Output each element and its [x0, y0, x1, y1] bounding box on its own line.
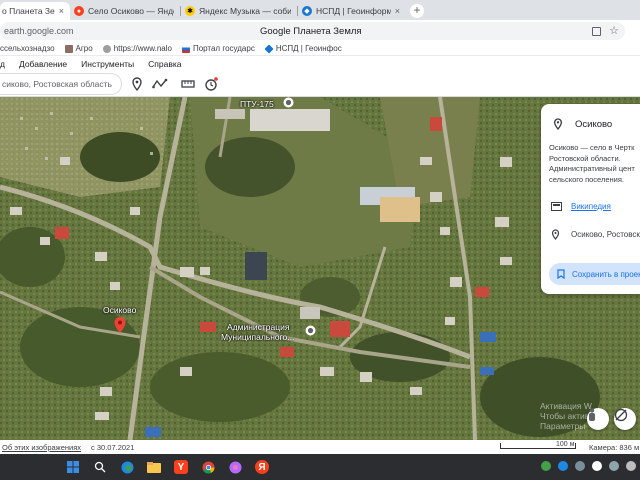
save-label: Сохранить в проек: [572, 269, 640, 279]
tab-google-earth[interactable]: о Планета Земля ×: [0, 2, 70, 20]
admin-label[interactable]: Администрация: [227, 322, 289, 332]
menu-add[interactable]: Добавление: [19, 59, 67, 69]
imagery-date: с 30.07.2021: [91, 442, 135, 452]
place-pin-icon: [553, 118, 563, 130]
location-row: Осиково, Ростовск: [551, 229, 640, 240]
whatsapp-icon[interactable]: [541, 461, 551, 471]
search-icon[interactable]: [93, 460, 107, 474]
building-label[interactable]: ПТУ-175: [240, 99, 274, 109]
location-text: Осиково, Ростовск: [571, 230, 640, 239]
volume-icon[interactable]: [609, 461, 619, 471]
wikipedia-link[interactable]: Википедия: [551, 202, 611, 211]
search-input[interactable]: сиково, Ростовская область: [0, 72, 122, 95]
earth-toolbar: сиково, Ростовская область: [0, 71, 640, 97]
pegman-button[interactable]: [587, 408, 609, 430]
place-pin-icon[interactable]: [129, 76, 145, 92]
bookmark-item[interactable]: ссельхознадзо: [0, 44, 55, 53]
system-tray: [541, 461, 636, 471]
yandex-app-icon[interactable]: Я: [255, 460, 269, 474]
description-line: Осиково — село в Чертк: [549, 143, 635, 152]
compass-button[interactable]: [614, 408, 636, 430]
card-description: Осиково — село в Чертк Ростовской област…: [549, 143, 640, 185]
yandex-browser-icon[interactable]: Y: [174, 460, 188, 474]
yandex-music-icon[interactable]: [228, 460, 242, 474]
bookmark-label: https://www.nalo: [113, 44, 172, 53]
address-bar[interactable]: earth.google.com Google Планета Земля ☆: [0, 22, 625, 40]
bookmark-star-icon[interactable]: ☆: [609, 26, 619, 37]
windows-taskbar: Y Я: [0, 454, 640, 480]
description-line: Административный цент: [549, 164, 635, 173]
tab-nspd[interactable]: ◆ НСПД | Геоинформацион ×: [298, 2, 406, 20]
close-tab-icon[interactable]: ×: [395, 6, 400, 16]
explorer-icon[interactable]: [147, 460, 161, 474]
bookmark-item[interactable]: Портал государс: [181, 44, 255, 53]
place-label[interactable]: Осиково: [103, 305, 136, 315]
tab-title: Яндекс Музыка — собирае: [199, 6, 291, 16]
url-text: earth.google.com: [4, 26, 74, 36]
bookmark-icon: [557, 269, 565, 279]
tab-title: о Планета Земля: [2, 6, 55, 16]
description-line: Ростовской области.: [549, 153, 621, 163]
bookmark-label: Агро: [75, 44, 93, 53]
omnibox-actions: ☆: [592, 26, 619, 37]
address-row: earth.google.com Google Планета Земля ☆: [0, 20, 640, 42]
wikipedia-icon: [551, 202, 562, 211]
imagery-source-link[interactable]: Об этих изображениях: [2, 443, 81, 452]
windows-start-icon[interactable]: [66, 460, 80, 474]
yandex-pin-icon: ●: [74, 6, 84, 16]
description-line: сельского поселения.: [549, 174, 624, 184]
new-tab-button[interactable]: +: [410, 4, 424, 18]
camera-altitude: Камера: 836 м: [589, 443, 640, 452]
menu-help[interactable]: Справка: [148, 59, 181, 69]
tab-title: Село Осиково — Яндекс: [88, 6, 174, 16]
agro-icon: [64, 44, 73, 53]
bookmarks-bar: ссельхознадзо Агро https://www.nalo Порт…: [0, 42, 640, 56]
chrome-icon[interactable]: [201, 460, 215, 474]
tray-app-icon[interactable]: [575, 461, 585, 471]
bookmark-label: Портал государс: [192, 44, 255, 53]
history-icon[interactable]: [203, 76, 219, 92]
location-pin-icon[interactable]: [114, 317, 126, 333]
draw-path-icon[interactable]: [152, 76, 168, 92]
card-title: Осиково: [575, 118, 613, 130]
edge-icon[interactable]: [120, 460, 134, 474]
close-tab-icon[interactable]: ×: [59, 6, 64, 16]
globe-icon: [102, 44, 111, 53]
tab-strip: о Планета Земля × ● Село Осиково — Яндек…: [0, 0, 640, 20]
google-earth-window: о Планета Земля × ● Село Осиково — Яндек…: [0, 0, 640, 480]
compass-icon: [614, 408, 628, 422]
tray-app-icon[interactable]: [558, 461, 568, 471]
bookmark-label: ссельхознадзо: [0, 44, 55, 53]
admin-marker-icon[interactable]: [305, 325, 316, 336]
tab-title: НСПД | Геоинформацион: [316, 6, 391, 16]
tab-yandex-osikovo[interactable]: ● Село Осиково — Яндекс: [70, 2, 180, 20]
network-icon[interactable]: [626, 461, 636, 471]
bookmark-label: НСПД | Геоинфос: [275, 44, 342, 53]
bookmark-item[interactable]: https://www.nalo: [102, 44, 172, 53]
save-to-project-button[interactable]: Сохранить в проек: [549, 263, 640, 285]
bookmark-item[interactable]: НСПД | Геоинфос: [264, 43, 342, 54]
location-icon: [551, 229, 560, 240]
ruler-icon[interactable]: [180, 76, 196, 92]
knowledge-card: Осиково Осиково — село в Чертк Ростовско…: [541, 104, 640, 294]
page-title: Google Планета Земля: [260, 25, 362, 37]
menu-tools[interactable]: Инструменты: [81, 59, 134, 69]
wikipedia-label: Википедия: [571, 202, 611, 211]
card-header: Осиково: [553, 118, 612, 130]
bookmark-item[interactable]: Агро: [64, 44, 93, 53]
nspd-icon: ◆: [302, 6, 312, 16]
flag-icon: [181, 44, 190, 53]
admin-label-cont[interactable]: Муниципального...: [221, 332, 294, 342]
scale-label: 100 м: [556, 441, 575, 448]
school-marker-icon[interactable]: [283, 97, 294, 108]
status-bar: Об этих изображениях с 30.07.2021 100 м …: [0, 440, 640, 454]
open-in-app-icon[interactable]: [592, 26, 602, 36]
pegman-icon: [589, 408, 595, 421]
app-menu-bar: д Добавление Инструменты Справка: [0, 56, 640, 71]
tray-app-icon[interactable]: [592, 461, 602, 471]
yandex-music-icon: ✱: [185, 6, 195, 16]
menu-file[interactable]: д: [0, 59, 5, 69]
tab-yandex-music[interactable]: ✱ Яндекс Музыка — собирае: [181, 2, 297, 20]
nspd-icon: [264, 43, 274, 54]
